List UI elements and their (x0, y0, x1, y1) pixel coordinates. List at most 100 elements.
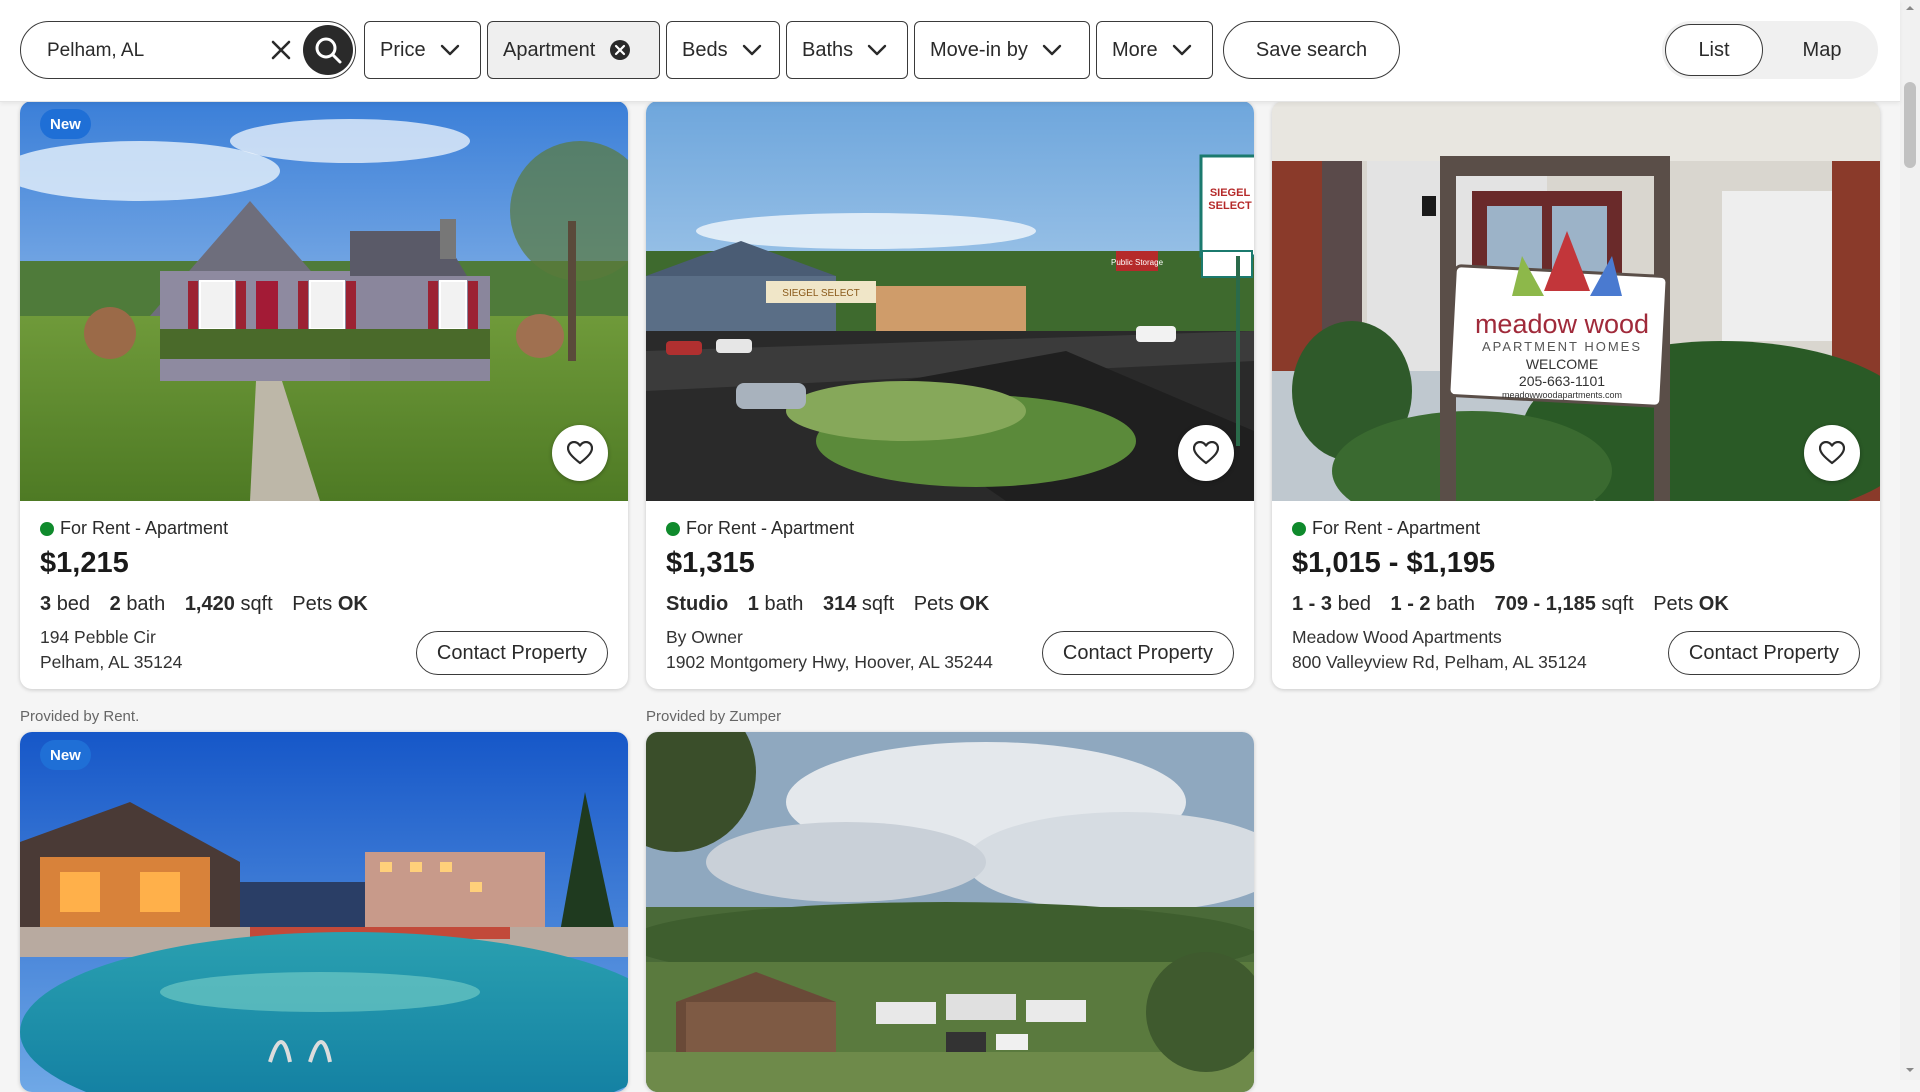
svg-text:SELECT: SELECT (1208, 200, 1252, 212)
baths-filter[interactable]: Baths (786, 21, 908, 79)
listing-status: For Rent - Apartment (40, 518, 228, 539)
heart-icon (567, 441, 593, 465)
list-view-button[interactable]: List (1665, 24, 1763, 76)
pets-label: Pets (292, 593, 333, 615)
sqft-unit: sqft (240, 593, 273, 615)
contact-property-button[interactable]: Contact Property (415, 631, 608, 675)
map-view-button[interactable]: Map (1772, 24, 1872, 76)
favorite-button[interactable] (1804, 425, 1860, 481)
location-search[interactable] (20, 21, 356, 79)
beds-value: 3 (40, 593, 52, 615)
sqft-value: 314 (822, 593, 857, 615)
close-icon[interactable] (267, 36, 295, 64)
page-scrollbar[interactable] (1900, 0, 1920, 1080)
beds-unit: bed (56, 593, 91, 615)
move-in-filter-label: Move-in by (930, 38, 1028, 61)
price-filter[interactable]: Price (364, 21, 481, 79)
listing-photo[interactable]: SIEGEL SELECT SIEGEL SELECT Public Stora… (646, 101, 1254, 501)
sign-welcome: WELCOME (1526, 356, 1598, 372)
chevron-down-icon (742, 44, 761, 56)
beds-unit: bed (1337, 593, 1371, 615)
listing-card[interactable]: SIEGEL SELECT SIEGEL SELECT Public Stora… (646, 101, 1254, 689)
pets-value: OK (959, 593, 990, 615)
bath-unit: bath (126, 593, 166, 615)
pets-value: OK (337, 593, 368, 615)
pets-value: OK (1698, 593, 1729, 615)
svg-text:SIEGEL: SIEGEL (1210, 187, 1251, 199)
listing-status-text: For Rent - Apartment (686, 518, 855, 538)
bath-value: 1 - 2 (1390, 593, 1431, 615)
listing-card[interactable]: New (20, 732, 628, 1092)
view-toggle: List Map (1662, 21, 1878, 79)
search-icon (315, 37, 342, 64)
more-filter[interactable]: More (1096, 21, 1213, 79)
contact-property-button[interactable]: Contact Property (1667, 631, 1860, 675)
listing-specs: Studio 1 bath 314 sqft Pets OK (666, 593, 1003, 616)
scroll-down-icon[interactable] (1904, 1064, 1916, 1076)
bath-unit: bath (764, 593, 804, 615)
apartment-filter[interactable]: Apartment (487, 21, 660, 79)
bath-value: 2 (109, 593, 121, 615)
bath-unit: bath (1436, 593, 1476, 615)
sign-sub: APARTMENT HOMES (1482, 339, 1642, 354)
listing-status-text: For Rent - Apartment (1312, 518, 1481, 538)
baths-filter-label: Baths (802, 38, 854, 61)
scroll-thumb[interactable] (1904, 82, 1916, 168)
filter-bar: Price Apartment Beds Baths Move-in by Mo… (0, 0, 1900, 102)
listing-property-name: Meadow Wood Apartments (1292, 627, 1502, 647)
new-badge: New (40, 109, 91, 139)
listing-card[interactable] (646, 732, 1254, 1092)
location-search-input[interactable] (45, 36, 249, 66)
chevron-down-icon (440, 44, 459, 56)
svg-text:SIEGEL SELECT: SIEGEL SELECT (782, 288, 859, 299)
beds-filter-label: Beds (682, 38, 728, 61)
sqft-value: 709 - 1,185 (1494, 593, 1596, 615)
sqft-value: 1,420 (184, 593, 235, 615)
sign-phone: 205-663-1101 (1519, 373, 1605, 389)
listing-owner: By Owner (666, 627, 743, 647)
available-dot (1292, 521, 1306, 536)
svg-text:Public Storage: Public Storage (1111, 258, 1164, 267)
remove-filter-icon[interactable] (609, 39, 631, 61)
apartment-filter-label: Apartment (503, 38, 596, 61)
listing-price: $1,015 - $1,195 (1292, 547, 1496, 579)
chevron-down-icon (1172, 44, 1191, 56)
listing-status: For Rent - Apartment (1292, 518, 1480, 539)
provider-label: Provided by Zumper (646, 708, 782, 725)
listing-address-line2: Pelham, AL 35124 (40, 652, 183, 672)
heart-icon (1819, 441, 1845, 465)
listing-address: 800 Valleyview Rd, Pelham, AL 35124 (1292, 652, 1587, 672)
scroll-up-icon[interactable] (1904, 2, 1916, 14)
chevron-down-icon (867, 44, 887, 56)
new-badge: New (40, 740, 91, 770)
bath-value: 1 (747, 593, 759, 615)
beds-filter[interactable]: Beds (666, 21, 780, 79)
listing-price: $1,315 (666, 547, 755, 579)
listing-photo[interactable]: New (20, 732, 628, 1092)
favorite-button[interactable] (552, 425, 608, 481)
save-search-button[interactable]: Save search (1223, 21, 1400, 79)
sqft-unit: sqft (1601, 593, 1634, 615)
favorite-button[interactable] (1178, 425, 1234, 481)
more-filter-label: More (1112, 38, 1158, 61)
listing-card[interactable]: meadow wood APARTMENT HOMES WELCOME 205-… (1272, 101, 1880, 689)
listing-status-text: For Rent - Apartment (60, 518, 229, 538)
heart-icon (1193, 441, 1219, 465)
listing-address-line1: 194 Pebble Cir (40, 627, 156, 647)
listing-card[interactable]: New For Rent - Apartment $1,215 3 bed 2 … (20, 101, 628, 689)
beds-value: Studio (666, 593, 729, 615)
listing-photo[interactable] (646, 732, 1254, 1092)
contact-property-button[interactable]: Contact Property (1041, 631, 1234, 675)
listing-photo[interactable]: New (20, 101, 628, 501)
listing-status: For Rent - Apartment (666, 518, 854, 539)
chevron-down-icon (1042, 44, 1062, 56)
listing-address: 1902 Montgomery Hwy, Hoover, AL 35244 (666, 652, 993, 672)
move-in-filter[interactable]: Move-in by (914, 21, 1090, 79)
available-dot (666, 521, 680, 536)
listing-photo[interactable]: meadow wood APARTMENT HOMES WELCOME 205-… (1272, 101, 1880, 501)
price-filter-label: Price (380, 38, 426, 61)
provider-label: Provided by Rent. (20, 708, 140, 725)
search-button[interactable] (303, 25, 353, 75)
sqft-unit: sqft (861, 593, 895, 615)
available-dot (40, 521, 54, 536)
